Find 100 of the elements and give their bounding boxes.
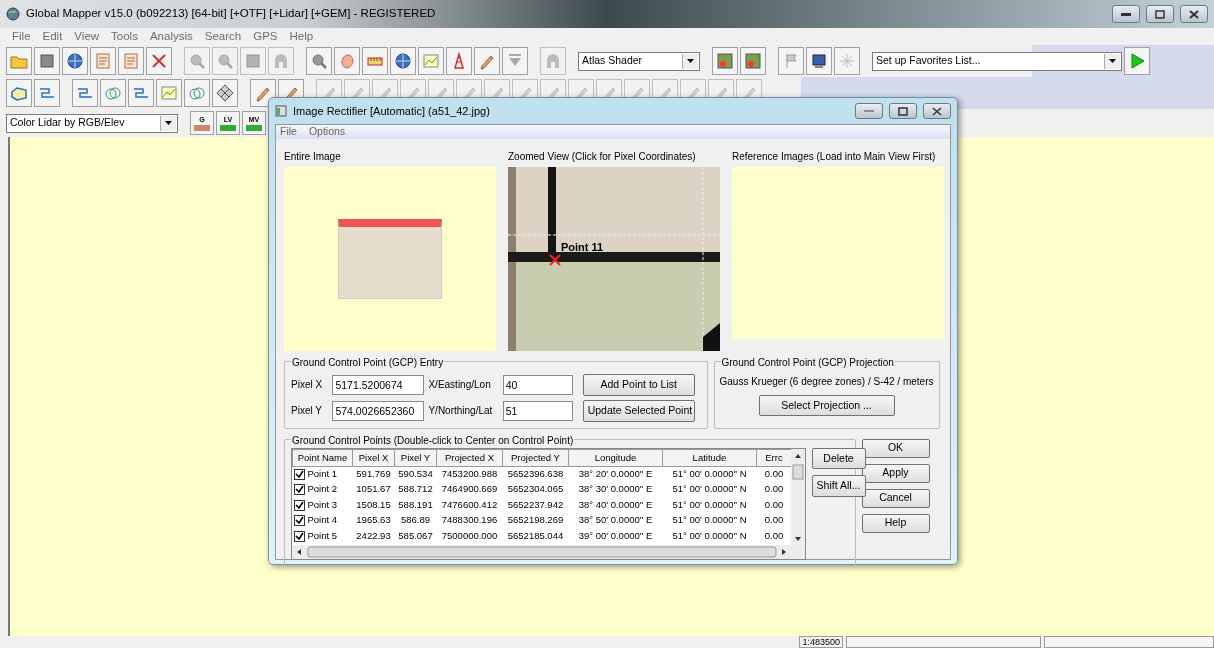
- menu-item[interactable]: Search: [204, 27, 242, 46]
- dialog-button[interactable]: Help: [861, 513, 930, 533]
- table-cell-text: 0.00: [763, 497, 785, 512]
- menu-item[interactable]: GPS: [253, 27, 278, 46]
- menu-item[interactable]: Analysis: [149, 27, 193, 46]
- column-header[interactable]: Point Name: [292, 449, 353, 467]
- table-cell: 51° 00' 0.0000'' N: [662, 466, 757, 482]
- table-cell-text: 38° 40' 0.0000'' E: [577, 497, 654, 512]
- table-cell-text: 5652198.269: [506, 513, 565, 528]
- toolbar-button[interactable]: [62, 47, 88, 75]
- menu-item[interactable]: Tools: [111, 27, 138, 46]
- northing-field[interactable]: 51: [502, 400, 573, 421]
- grid-icon: [216, 84, 234, 102]
- table-cell: Point 3: [292, 497, 353, 513]
- arch-icon: [272, 52, 290, 70]
- select-projection-button[interactable]: Select Projection ...: [758, 394, 895, 417]
- checkbox[interactable]: [293, 499, 305, 511]
- table-cell-text: 0.00: [763, 513, 785, 528]
- toolbar-button[interactable]: [390, 47, 416, 75]
- point-marker-icon: [548, 253, 562, 267]
- column-header[interactable]: Pixel Y: [394, 449, 437, 467]
- menu-item[interactable]: Options: [308, 124, 346, 140]
- easting-field[interactable]: 40: [502, 374, 573, 395]
- magnifier-icon: [310, 52, 328, 70]
- shader-dropdown[interactable]: Atlas Shader: [578, 51, 700, 71]
- minimize-button[interactable]: [1112, 5, 1140, 23]
- table-cell-text: 2422.93: [355, 528, 392, 543]
- table-cell-text: 5652304.065: [506, 482, 565, 497]
- table-cell-text: 51° 00' 0.0000'' N: [671, 497, 748, 512]
- projection-text: Gauss Krueger (6 degree zones) / S-42 / meters: [719, 375, 934, 389]
- toolbar-button[interactable]: [34, 47, 60, 75]
- add-point-button[interactable]: Add Point to List: [582, 374, 695, 396]
- column-header[interactable]: Pixel X: [352, 449, 395, 467]
- table-cell-text: 586.89: [399, 513, 432, 528]
- menu-item[interactable]: Help: [289, 27, 314, 46]
- arch-icon: [544, 52, 562, 70]
- sparkle-icon: [838, 52, 856, 70]
- table-cell: 38° 20' 0.0000'' E: [568, 466, 663, 482]
- view-label: Reference Images (Load into Main View First): [732, 150, 937, 164]
- document-icon: [94, 52, 112, 70]
- restore-button[interactable]: [889, 103, 917, 119]
- rings-icon: [104, 84, 122, 102]
- close-button[interactable]: [923, 103, 951, 119]
- checkbox[interactable]: [293, 515, 305, 527]
- restore-icon: [895, 104, 911, 118]
- field-label: Y/Northing/Lat: [428, 404, 494, 419]
- column-header[interactable]: Projected X: [436, 449, 503, 467]
- table-cell-text: 5652237.942: [506, 497, 565, 512]
- view-label: Entire Image: [284, 150, 342, 164]
- globe-icon: [394, 52, 412, 70]
- pixel-y-field[interactable]: 574.0026652360: [332, 400, 425, 421]
- dialog-button[interactable]: Cancel: [861, 488, 930, 508]
- column-header[interactable]: Projected Y: [502, 449, 569, 467]
- table-cell-text: 51° 00' 0.0000'' N: [671, 528, 748, 543]
- view-label: Zoomed View (Click for Pixel Coordinates): [508, 150, 697, 164]
- menu-item[interactable]: Edit: [42, 27, 63, 46]
- table-cell-text: 7488300.196: [440, 513, 499, 528]
- column-header[interactable]: Errc: [756, 449, 792, 467]
- table-cell-text: 1965.63: [355, 513, 392, 528]
- zoomed-image[interactable]: Point 11: [508, 167, 720, 351]
- toolbar-button[interactable]: [712, 47, 738, 75]
- toolbar-button[interactable]: [740, 47, 766, 75]
- toolbar-button[interactable]: [806, 47, 832, 75]
- table-cell-text: 7464900.669: [440, 482, 499, 497]
- menu-item[interactable]: File: [12, 27, 31, 46]
- menu-item[interactable]: File: [280, 124, 297, 140]
- table-cell: Point 1: [292, 466, 353, 482]
- pixel-x-field[interactable]: 5171.5200674: [332, 374, 425, 395]
- magnifier-icon: [188, 52, 206, 70]
- favorites-dropdown[interactable]: Set up Favorites List...: [872, 51, 1122, 71]
- delete-button[interactable]: Delete: [811, 447, 866, 470]
- toolbar-button[interactable]: [446, 47, 472, 75]
- lidar-mode-dropdown[interactable]: Color Lidar by RGB/Elev: [6, 113, 178, 133]
- globe-icon: [66, 52, 84, 70]
- toolbar-button[interactable]: [6, 79, 32, 107]
- toolbar-button[interactable]: [212, 79, 238, 107]
- play-button[interactable]: [1124, 47, 1150, 75]
- close-button[interactable]: [1180, 5, 1208, 23]
- column-header[interactable]: Latitude: [662, 449, 757, 467]
- table-cell: Point 5: [292, 528, 353, 544]
- document-icon: [122, 52, 140, 70]
- shift-all-button[interactable]: Shift All...: [811, 474, 866, 497]
- toolbar-button[interactable]: [146, 47, 172, 75]
- table-cell-text: 5652185.044: [506, 528, 565, 543]
- minimize-icon: [1121, 12, 1131, 16]
- checkbox[interactable]: [293, 484, 305, 496]
- group-title: Ground Control Point (GCP) Projection: [720, 355, 895, 370]
- dialog-button[interactable]: OK: [861, 438, 930, 458]
- checkbox[interactable]: [293, 469, 305, 481]
- scale-readout: 1:483500: [799, 636, 843, 648]
- table-cell: 591.769: [352, 466, 395, 482]
- menu-item[interactable]: View: [74, 27, 100, 46]
- column-header[interactable]: Longitude: [568, 449, 663, 467]
- restore-button[interactable]: [1146, 5, 1174, 23]
- table-cell-text: 588.191: [397, 497, 434, 512]
- update-point-button[interactable]: Update Selected Point: [582, 399, 695, 422]
- dialog-button[interactable]: Apply: [861, 463, 930, 483]
- table-cell-text: 585.067: [397, 528, 434, 543]
- checkbox[interactable]: [293, 530, 305, 542]
- field-label: Pixel Y: [291, 404, 323, 419]
